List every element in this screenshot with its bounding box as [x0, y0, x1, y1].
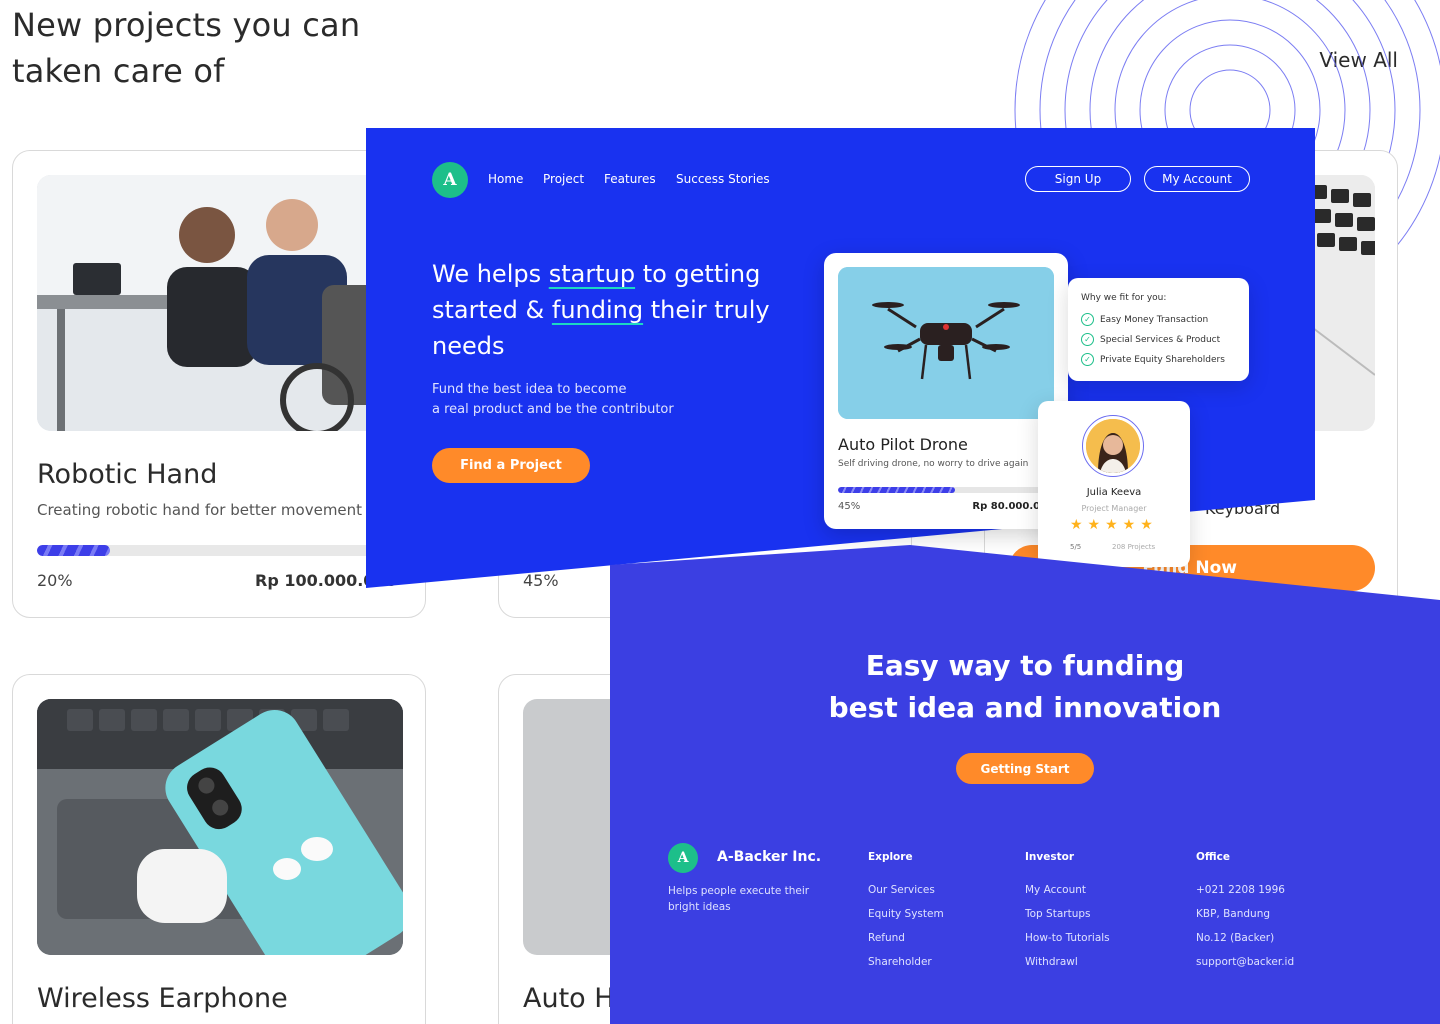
nav-home[interactable]: Home — [488, 172, 523, 186]
hero-title-highlight: funding — [551, 296, 644, 324]
office-address: No.12 (Backer) — [1196, 932, 1275, 944]
project-title: Auto Pilot Drone — [838, 435, 968, 454]
project-desc: Self driving drone, no worry to drive ag… — [838, 459, 1029, 469]
benefits-card: Why we fit for you: ✓ Easy Money Transact… — [1068, 278, 1249, 381]
getting-start-button[interactable]: Getting Start — [956, 753, 1094, 784]
brand-logo[interactable]: A — [668, 843, 698, 873]
progress-percent: 45% — [523, 571, 559, 590]
hero-title-part: We helps — [432, 260, 549, 288]
progress-percent: 45% — [838, 501, 861, 512]
office-phone: +021 2208 1996 — [1196, 884, 1285, 896]
project-card-robotic-hand[interactable]: Robotic Hand Creating robotic hand for b… — [12, 150, 426, 618]
benefit-label: Special Services & Product — [1100, 334, 1221, 345]
project-manager-card[interactable]: Julia Keeva Project Manager ★★★★★ 5/5 20… — [1038, 401, 1190, 567]
office-email-link[interactable]: support@backer.id — [1196, 956, 1294, 968]
benefit-item: ✓ Private Equity Shareholders — [1081, 353, 1225, 366]
hero-title: We helps startup to getting started & fu… — [432, 256, 792, 364]
project-photo — [37, 175, 403, 431]
avatar — [1082, 415, 1144, 477]
progress-fill — [838, 487, 955, 493]
footer-link[interactable]: Shareholder — [868, 956, 932, 968]
benefit-label: Private Equity Shareholders — [1100, 354, 1225, 365]
footer-title-line: Easy way to funding — [865, 649, 1185, 682]
footer-title: Easy way to funding best idea and innovat… — [820, 645, 1230, 729]
find-project-button[interactable]: Find a Project — [432, 448, 590, 483]
hero-title-highlight: startup — [548, 260, 636, 288]
footer-title-line: best idea and innovation — [828, 691, 1222, 724]
drone-photo — [838, 267, 1054, 419]
project-title: Auto H — [523, 983, 615, 1014]
benefit-item: ✓ Special Services & Product — [1081, 333, 1220, 346]
office-city: KBP, Bandung — [1196, 908, 1271, 920]
section-heading: New projects you can taken care of — [12, 6, 361, 90]
footer-link[interactable]: Top Startups — [1025, 908, 1091, 920]
hero-subtitle-line: Fund the best idea to become — [432, 382, 627, 397]
rating-value: 5/5 — [1070, 543, 1082, 551]
project-card-wireless-earphone[interactable]: Wireless Earphone — [12, 674, 426, 1024]
nav-project[interactable]: Project — [543, 172, 584, 186]
hero-subtitle-line: a real product and be the contributor — [432, 402, 674, 417]
manager-name: Julia Keeva — [1086, 487, 1142, 498]
footer-col-office-title: Office — [1196, 851, 1230, 863]
project-title: Wireless Earphone — [37, 983, 288, 1014]
rating-stars: ★★★★★ — [1070, 517, 1158, 533]
progress-percent: 20% — [37, 571, 73, 590]
benefit-item: ✓ Easy Money Transaction — [1081, 313, 1208, 326]
benefit-label: Easy Money Transaction — [1100, 314, 1209, 325]
footer-section: Easy way to funding best idea and innovat… — [610, 545, 1440, 1024]
brand-logo[interactable]: A — [432, 162, 468, 198]
footer-col-investor-title: Investor — [1025, 851, 1075, 863]
project-title: Robotic Hand — [37, 459, 218, 490]
footer-link[interactable]: My Account — [1025, 884, 1086, 896]
projects-count: 208 Projects — [1112, 543, 1156, 551]
check-icon: ✓ — [1081, 333, 1094, 346]
footer-link[interactable]: Equity System — [868, 908, 944, 920]
check-icon: ✓ — [1081, 353, 1094, 366]
page: New projects you can taken care of View … — [0, 0, 1440, 1024]
check-icon: ✓ — [1081, 313, 1094, 326]
footer-col-explore-title: Explore — [868, 851, 913, 863]
project-photo — [37, 699, 403, 955]
footer-link[interactable]: Refund — [868, 932, 905, 944]
manager-role: Project Manager — [1081, 504, 1147, 513]
brand-name: A-Backer Inc. — [717, 849, 822, 865]
progress-fill — [37, 545, 111, 556]
my-account-button[interactable]: My Account — [1144, 166, 1250, 192]
brand-tagline: Helps people execute their bright ideas — [668, 885, 810, 913]
nav-success-stories[interactable]: Success Stories — [676, 172, 770, 186]
featured-project-card[interactable]: Auto Pilot Drone Self driving drone, no … — [824, 253, 1068, 529]
progress-bar — [838, 487, 1054, 493]
sign-up-button[interactable]: Sign Up — [1025, 166, 1131, 192]
footer-link[interactable]: Our Services — [868, 884, 935, 896]
footer-link[interactable]: Withdrawl — [1025, 956, 1078, 968]
nav-features[interactable]: Features — [604, 172, 656, 186]
project-desc: Creating robotic hand for better movemen… — [37, 501, 363, 519]
benefits-title: Why we fit for you: — [1081, 293, 1167, 303]
progress-bar — [37, 545, 403, 556]
hero-subtitle: Fund the best idea to become a real produ… — [432, 380, 732, 420]
footer-link[interactable]: How-to Tutorials — [1025, 932, 1110, 944]
